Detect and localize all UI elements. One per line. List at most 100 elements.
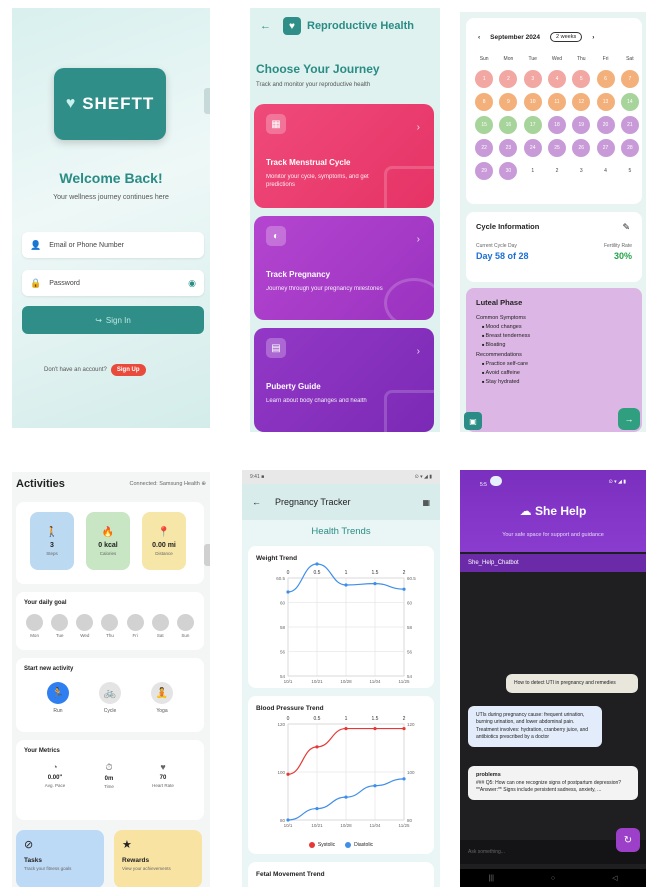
calendar-day[interactable]: 19: [572, 116, 591, 134]
goal-day[interactable]: Sat: [148, 614, 173, 638]
calendar-day[interactable]: 1: [524, 162, 542, 180]
calendar-day[interactable]: 30: [499, 162, 518, 180]
calendar-day[interactable]: 25: [547, 139, 566, 157]
top-tick-label: 0.5: [314, 716, 321, 722]
data-point[interactable]: [286, 772, 290, 776]
cycle-option[interactable]: 🚲 Cycle: [90, 682, 130, 714]
calendar-day[interactable]: 27: [596, 139, 615, 157]
rewards-card[interactable]: ★ Rewards View your achievements: [114, 830, 202, 887]
goal-dot: [176, 614, 194, 631]
yoga-option[interactable]: 🧘 Yoga: [142, 682, 182, 714]
data-point[interactable]: [286, 590, 290, 594]
calendar-day[interactable]: 5: [572, 70, 591, 88]
goal-day[interactable]: Thu: [97, 614, 122, 638]
data-point[interactable]: [315, 806, 319, 811]
calendar-day[interactable]: 24: [523, 139, 542, 157]
journey-header: ← ♥ Reproductive Health: [250, 8, 440, 44]
next-arrow-button[interactable]: →: [618, 408, 640, 430]
edge-handle[interactable]: [204, 88, 210, 114]
data-point[interactable]: [315, 745, 319, 749]
card-desc: Learn about body changes and health: [266, 398, 367, 404]
calendar-day[interactable]: 2: [548, 162, 566, 180]
steps-stat[interactable]: 🚶 3 Steps: [30, 512, 74, 570]
data-point[interactable]: [344, 726, 348, 731]
calendar-day[interactable]: 15: [475, 116, 494, 134]
puberty-card[interactable]: ▤ › Puberty Guide Learn about body chang…: [254, 328, 434, 432]
calendar-day[interactable]: 28: [620, 139, 639, 157]
eye-icon[interactable]: ◉: [188, 278, 196, 289]
data-point[interactable]: [402, 777, 406, 781]
data-point[interactable]: [286, 818, 290, 822]
metric-label: Heart Rate: [152, 783, 174, 788]
goal-day[interactable]: Wed: [72, 614, 97, 638]
chevron-right-icon[interactable]: ›: [592, 34, 594, 41]
save-icon[interactable]: ▣: [464, 412, 482, 430]
calendar-day[interactable]: 26: [572, 139, 591, 157]
top-tick-label: 0: [287, 716, 290, 722]
back-arrow-icon[interactable]: ←: [252, 497, 261, 507]
back-icon[interactable]: ◁: [612, 874, 617, 882]
symptoms-list: Mood changes Breast tenderness Bloating: [476, 324, 632, 348]
calendar-day[interactable]: 23: [499, 139, 518, 157]
pregnancy-card[interactable]: ◐ › Track Pregnancy Journey through your…: [254, 216, 434, 320]
connected-status[interactable]: Connected: Samsung Health ⊕: [130, 481, 206, 487]
rewards-desc: View your achievements: [122, 866, 171, 871]
calendar-day[interactable]: 13: [596, 93, 615, 111]
calendar-day[interactable]: 7: [620, 70, 639, 88]
goal-day[interactable]: Fri: [123, 614, 148, 638]
data-point[interactable]: [373, 784, 377, 788]
sign-in-button[interactable]: ↪ Sign In: [22, 306, 204, 334]
calories-stat[interactable]: 🔥 0 kcal Calories: [86, 512, 130, 570]
goal-day[interactable]: Tue: [47, 614, 72, 638]
email-field[interactable]: 👤 Email or Phone Number: [22, 232, 204, 258]
calendar-day[interactable]: 3: [572, 162, 590, 180]
goal-day[interactable]: Sun: [173, 614, 198, 638]
calendar-day[interactable]: 6: [596, 70, 615, 88]
edge-handle[interactable]: [204, 544, 210, 566]
password-field[interactable]: 🔒 Password ◉: [22, 270, 204, 296]
data-point[interactable]: [373, 726, 377, 731]
distance-stat[interactable]: 📍 0.00 mi Distance: [142, 512, 186, 570]
calendar-day[interactable]: 17: [523, 116, 542, 134]
calendar-day[interactable]: 3: [523, 70, 542, 88]
calendar-day[interactable]: 4: [547, 70, 566, 88]
goal-week-row: Mon Tue Wed Thu Fri Sat Sun: [22, 614, 198, 638]
calendar-day[interactable]: 1: [475, 70, 494, 88]
calendar-day[interactable]: 22: [475, 139, 494, 157]
calendar-day[interactable]: 12: [572, 93, 591, 111]
goal-day[interactable]: Mon: [22, 614, 47, 638]
chevron-left-icon[interactable]: ‹: [478, 34, 480, 41]
back-arrow-icon[interactable]: ←: [260, 20, 271, 32]
menstrual-card[interactable]: ▦ › Track Menstrual Cycle Monitor your c…: [254, 104, 434, 208]
edit-icon[interactable]: ✎: [622, 222, 630, 233]
calendar-day[interactable]: 8: [475, 93, 494, 111]
data-point[interactable]: [315, 562, 319, 566]
calendar-day[interactable]: 2: [499, 70, 518, 88]
recents-icon[interactable]: |||: [488, 875, 493, 882]
calendar-day[interactable]: 21: [620, 116, 639, 134]
data-point[interactable]: [344, 795, 348, 799]
data-point[interactable]: [373, 582, 377, 586]
calendar-icon[interactable]: ▦: [422, 498, 430, 507]
calendar-day[interactable]: 29: [475, 162, 494, 180]
data-point[interactable]: [344, 583, 348, 587]
sign-up-button[interactable]: Sign Up: [110, 364, 146, 376]
data-point[interactable]: [402, 587, 406, 591]
status-dot-icon: [489, 476, 502, 486]
calendar-day[interactable]: 10: [523, 93, 542, 111]
calendar-day[interactable]: 5: [621, 162, 639, 180]
refresh-button[interactable]: ↻: [616, 828, 640, 852]
calendar-day[interactable]: 11: [547, 93, 566, 111]
calendar-day[interactable]: 9: [499, 93, 518, 111]
data-point[interactable]: [402, 726, 406, 731]
view-toggle[interactable]: 2 weeks: [550, 32, 583, 42]
run-option[interactable]: 🏃 Run: [38, 682, 78, 714]
tasks-card[interactable]: ⊘ Tasks Track your fitness goals: [16, 830, 104, 887]
calendar-day[interactable]: 16: [499, 116, 518, 134]
calendar-day[interactable]: 20: [596, 116, 615, 134]
calendar-day[interactable]: 14: [620, 93, 639, 111]
home-icon[interactable]: ○: [551, 875, 555, 882]
activities-header: Activities Connected: Samsung Health ⊕: [16, 478, 206, 490]
calendar-day[interactable]: 18: [547, 116, 566, 134]
calendar-day[interactable]: 4: [597, 162, 615, 180]
